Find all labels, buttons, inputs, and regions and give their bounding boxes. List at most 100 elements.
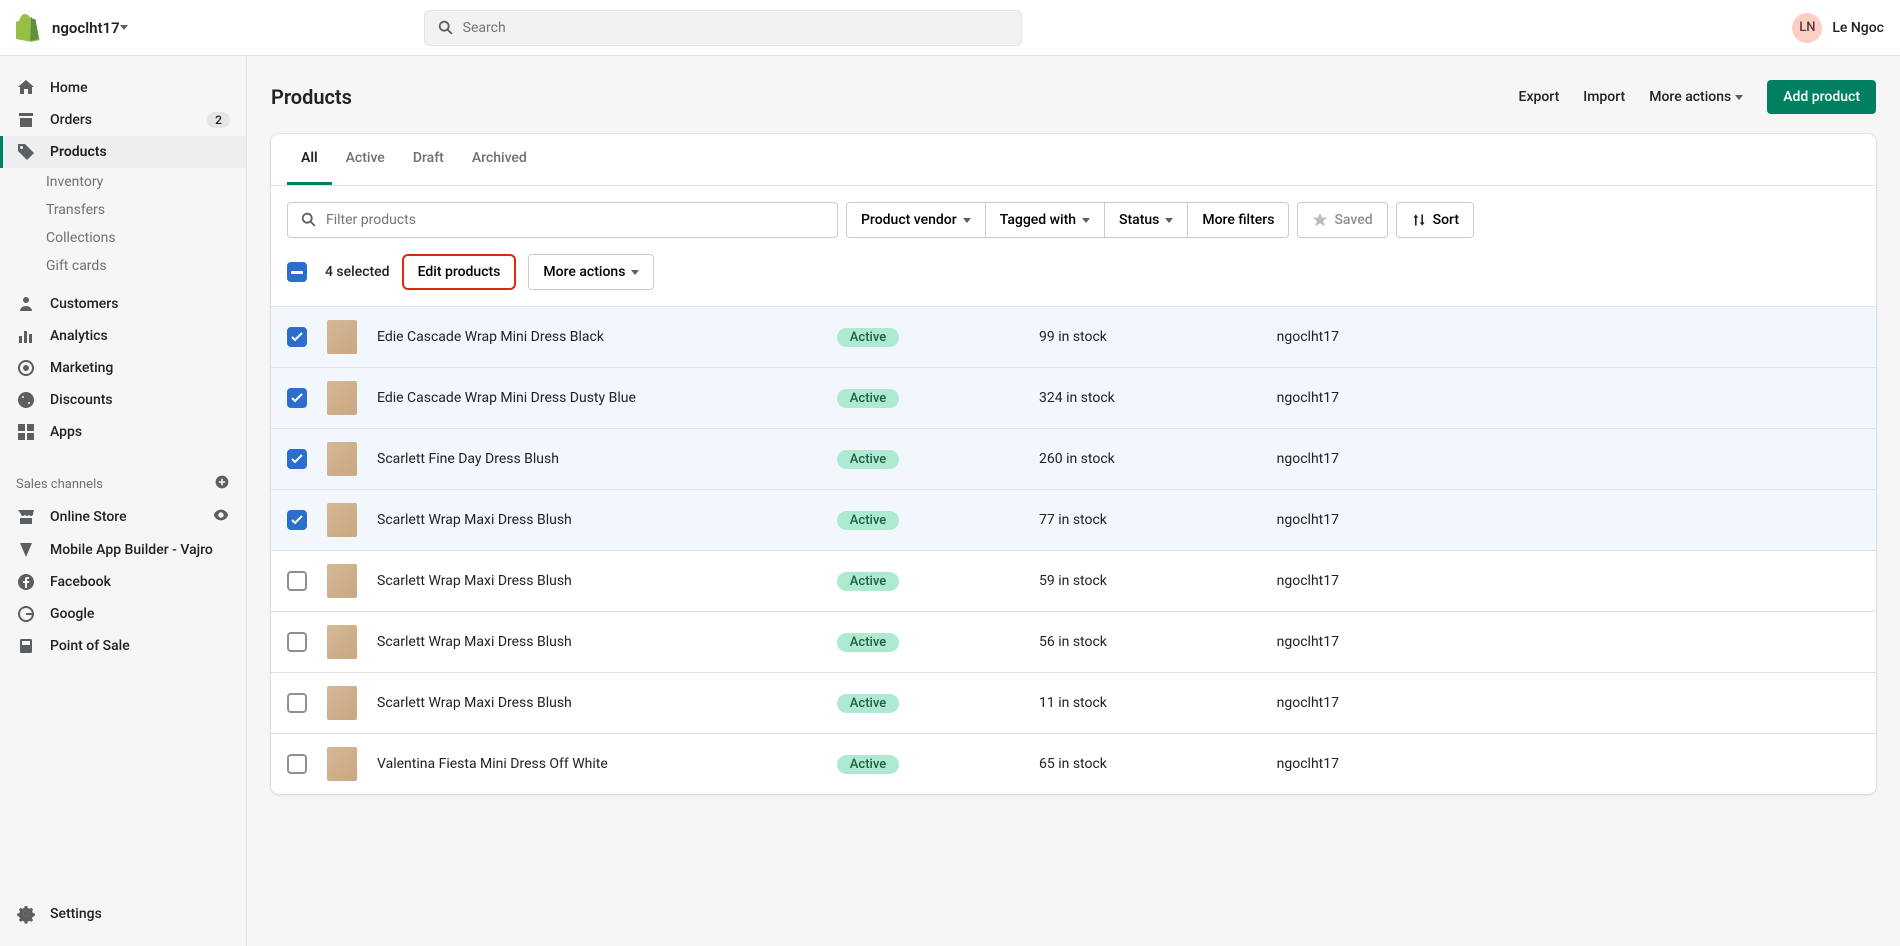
table-row[interactable]: Edie Cascade Wrap Mini Dress Dusty Blue A…	[271, 367, 1876, 428]
product-name[interactable]: Scarlett Wrap Maxi Dress Blush	[377, 634, 817, 650]
sidebar-item-discounts[interactable]: Discounts	[0, 384, 246, 416]
status-badge: Active	[837, 389, 899, 408]
google-icon	[16, 604, 36, 624]
sidebar-item-label: Customers	[50, 296, 118, 312]
sidebar-item-orders[interactable]: Orders 2	[0, 104, 246, 136]
vendor-cell: ngoclht17	[1219, 756, 1419, 772]
row-checkbox[interactable]	[287, 388, 307, 408]
sidebar-item-home[interactable]: Home	[0, 72, 246, 104]
sidebar-sub-collections[interactable]: Collections	[0, 224, 246, 252]
caret-down-icon	[1165, 218, 1173, 223]
sidebar-item-label: Orders	[50, 112, 92, 128]
caret-down-icon	[1735, 95, 1743, 100]
sidebar-sub-transfers[interactable]: Transfers	[0, 196, 246, 224]
product-name[interactable]: Scarlett Fine Day Dress Blush	[377, 451, 817, 467]
row-checkbox[interactable]	[287, 571, 307, 591]
tab-archived[interactable]: Archived	[458, 134, 541, 185]
row-checkbox[interactable]	[287, 693, 307, 713]
sidebar-sub-giftcards[interactable]: Gift cards	[0, 252, 246, 280]
filter-products-input[interactable]	[326, 212, 825, 228]
more-actions-button[interactable]: More actions	[1649, 89, 1743, 105]
sidebar-item-customers[interactable]: Customers	[0, 288, 246, 320]
row-checkbox[interactable]	[287, 632, 307, 652]
product-name[interactable]: Edie Cascade Wrap Mini Dress Black	[377, 329, 817, 345]
sidebar-item-label: Google	[50, 606, 94, 622]
inventory-cell: 99 in stock	[919, 329, 1199, 345]
edit-products-button[interactable]: Edit products	[402, 254, 517, 290]
sidebar-sub-inventory[interactable]: Inventory	[0, 168, 246, 196]
add-channel-icon[interactable]	[214, 474, 230, 494]
status-badge: Active	[837, 572, 899, 591]
sidebar-channel-facebook[interactable]: Facebook	[0, 566, 246, 598]
bulk-actions-row: 4 selected Edit products More actions	[271, 254, 1876, 306]
product-name[interactable]: Scarlett Wrap Maxi Dress Blush	[377, 512, 817, 528]
table-row[interactable]: Scarlett Wrap Maxi Dress BlushActive56 i…	[271, 611, 1876, 672]
sidebar-item-label: Facebook	[50, 574, 111, 590]
page-header: Products Export Import More actions Add …	[271, 80, 1876, 114]
product-name[interactable]: Scarlett Wrap Maxi Dress Blush	[377, 573, 817, 589]
sidebar-item-marketing[interactable]: Marketing	[0, 352, 246, 384]
filter-more[interactable]: More filters	[1187, 202, 1289, 238]
user-menu[interactable]: LN Le Ngoc	[1792, 13, 1884, 43]
sidebar-item-label: Home	[50, 80, 88, 96]
gear-icon	[16, 904, 36, 924]
search-box[interactable]	[424, 10, 1022, 46]
sidebar-channel-vajro[interactable]: Mobile App Builder - Vajro	[0, 534, 246, 566]
filter-input-wrap[interactable]	[287, 202, 838, 238]
row-checkbox[interactable]	[287, 449, 307, 469]
sidebar-channel-google[interactable]: Google	[0, 598, 246, 630]
vendor-cell: ngoclht17	[1219, 512, 1419, 528]
status-badge: Active	[837, 755, 899, 774]
search-input[interactable]	[463, 20, 1009, 36]
table-row[interactable]: Scarlett Wrap Maxi Dress BlushActive11 i…	[271, 672, 1876, 733]
filter-status[interactable]: Status	[1104, 202, 1187, 238]
sidebar-item-products[interactable]: Products	[0, 136, 246, 168]
add-product-button[interactable]: Add product	[1767, 80, 1876, 114]
import-button[interactable]: Import	[1583, 89, 1625, 105]
indeterminate-icon	[291, 271, 303, 274]
store-selector[interactable]: ngoclht17	[52, 19, 128, 37]
status-badge: Active	[837, 633, 899, 652]
tab-active[interactable]: Active	[332, 134, 399, 185]
sidebar-item-settings[interactable]: Settings	[0, 898, 246, 930]
products-table: Edie Cascade Wrap Mini Dress Black Active…	[271, 306, 1876, 794]
product-name[interactable]: Scarlett Wrap Maxi Dress Blush	[377, 695, 817, 711]
table-row[interactable]: Edie Cascade Wrap Mini Dress BlackActive…	[271, 306, 1876, 367]
tab-all[interactable]: All	[287, 134, 332, 185]
row-checkbox[interactable]	[287, 510, 307, 530]
table-row[interactable]: Valentina Fiesta Mini Dress Off White Act…	[271, 733, 1876, 794]
filter-tagged[interactable]: Tagged with	[985, 202, 1104, 238]
tab-draft[interactable]: Draft	[399, 134, 458, 185]
product-thumbnail	[327, 564, 357, 598]
product-thumbnail	[327, 320, 357, 354]
product-name[interactable]: Valentina Fiesta Mini Dress Off White	[377, 756, 817, 772]
bulk-select-checkbox[interactable]	[287, 262, 307, 282]
row-checkbox[interactable]	[287, 327, 307, 347]
table-row[interactable]: Scarlett Wrap Maxi Dress BlushActive77 i…	[271, 489, 1876, 550]
product-name[interactable]: Edie Cascade Wrap Mini Dress Dusty Blue	[377, 390, 817, 406]
sales-channels-header: Sales channels	[0, 464, 246, 500]
table-row[interactable]: Scarlett Wrap Maxi Dress BlushActive59 i…	[271, 550, 1876, 611]
sidebar-item-label: Online Store	[50, 509, 127, 525]
filter-vendor[interactable]: Product vendor	[846, 202, 985, 238]
sidebar-item-analytics[interactable]: Analytics	[0, 320, 246, 352]
product-thumbnail	[327, 442, 357, 476]
eye-icon[interactable]	[212, 506, 230, 528]
sidebar-channel-pos[interactable]: Point of Sale	[0, 630, 246, 662]
product-thumbnail	[327, 503, 357, 537]
star-icon	[1312, 212, 1328, 228]
status-badge: Active	[837, 511, 899, 530]
sidebar-item-label: Discounts	[50, 392, 113, 408]
sort-button[interactable]: Sort	[1396, 202, 1474, 238]
saved-button[interactable]: Saved	[1297, 202, 1387, 238]
inventory-cell: 65 in stock	[919, 756, 1199, 772]
export-button[interactable]: Export	[1519, 89, 1560, 105]
table-row[interactable]: Scarlett Fine Day Dress BlushActive260 i…	[271, 428, 1876, 489]
sidebar-item-apps[interactable]: Apps	[0, 416, 246, 448]
bulk-count-label: 4 selected	[325, 264, 390, 280]
bulk-more-actions-button[interactable]: More actions	[528, 254, 654, 290]
facebook-icon	[16, 572, 36, 592]
vendor-cell: ngoclht17	[1219, 329, 1419, 345]
sidebar-channel-online-store[interactable]: Online Store	[0, 500, 246, 534]
row-checkbox[interactable]	[287, 754, 307, 774]
